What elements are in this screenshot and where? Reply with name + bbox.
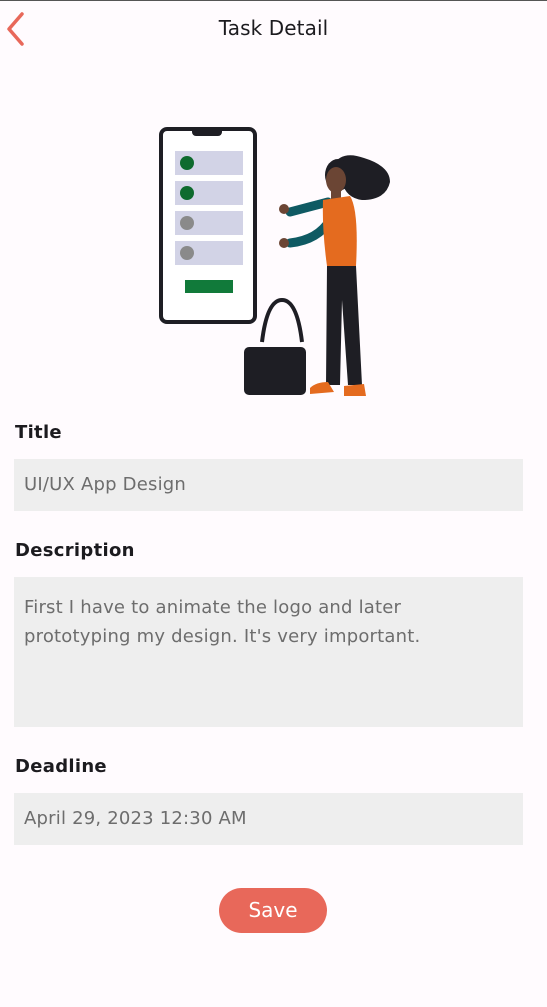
title-label: Title (15, 422, 62, 443)
description-label: Description (15, 540, 135, 561)
save-button[interactable]: Save (219, 888, 327, 933)
woman-with-phone-checklist-illustration (159, 127, 390, 396)
app-bar: Task Detail (0, 0, 547, 58)
description-field[interactable]: First I have to animate the logo and lat… (14, 577, 523, 727)
deadline-label: Deadline (15, 756, 107, 777)
deadline-field[interactable]: April 29, 2023 12:30 AM (14, 793, 523, 845)
page-title: Task Detail (218, 16, 329, 40)
title-field[interactable]: UI/UX App Design (14, 459, 523, 511)
